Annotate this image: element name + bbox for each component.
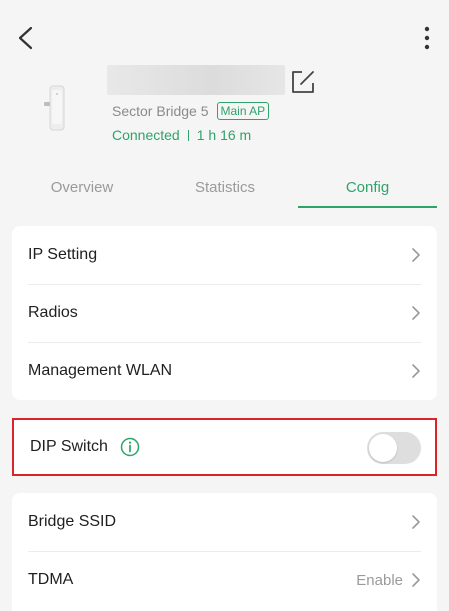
- config-group-bridge: Bridge SSID TDMA Enable: [12, 493, 437, 611]
- more-options-icon[interactable]: [417, 24, 437, 52]
- tdma-value: Enable: [356, 571, 403, 589]
- chevron-right-icon: [412, 248, 420, 262]
- row-label: Management WLAN: [28, 362, 173, 379]
- config-row-tdma[interactable]: TDMA Enable: [12, 551, 437, 609]
- config-row-bridge-ssid[interactable]: Bridge SSID: [12, 493, 437, 551]
- row-label: Bridge SSID: [28, 513, 117, 530]
- connection-status-row: Connected 1 h 16 m: [112, 125, 251, 145]
- tab-bar: Overview Statistics Config: [12, 166, 437, 210]
- role-badge: Main AP: [216, 102, 270, 120]
- tab-config[interactable]: Config: [298, 166, 437, 208]
- config-row-management-wlan[interactable]: Management WLAN: [12, 342, 437, 400]
- toggle-knob: [369, 434, 397, 462]
- config-row-ip-setting[interactable]: IP Setting: [12, 226, 437, 284]
- row-label: Radios: [28, 304, 78, 321]
- chevron-right-icon: [412, 364, 420, 378]
- chevron-right-icon: [412, 573, 420, 587]
- connection-status: Connected: [112, 127, 180, 143]
- tab-statistics[interactable]: Statistics: [155, 166, 295, 208]
- device-image: [44, 85, 65, 131]
- row-label: TDMA: [28, 571, 74, 588]
- top-bar: [0, 0, 449, 70]
- dip-switch-label: DIP Switch: [30, 438, 108, 455]
- uptime: 1 h 16 m: [196, 127, 252, 143]
- edit-icon[interactable]: [290, 69, 316, 95]
- row-label: IP Setting: [28, 246, 98, 263]
- device-name-field-redacted: [107, 65, 285, 95]
- config-row-radios[interactable]: Radios: [12, 284, 437, 342]
- info-icon[interactable]: [120, 437, 140, 457]
- chevron-right-icon: [412, 306, 420, 320]
- dip-switch-card-highlighted: DIP Switch: [12, 418, 437, 476]
- device-model-row: Sector Bridge 5 Main AP: [112, 101, 270, 121]
- tab-overview[interactable]: Overview: [12, 166, 152, 208]
- dip-switch-toggle[interactable]: [367, 432, 421, 464]
- back-chevron-icon[interactable]: [12, 22, 40, 54]
- chevron-right-icon: [412, 515, 420, 529]
- status-divider: [187, 129, 189, 141]
- active-tab-indicator: [298, 206, 437, 208]
- device-model: Sector Bridge 5: [112, 103, 209, 119]
- dip-switch-row: DIP Switch: [14, 420, 435, 474]
- config-group-network: IP Setting Radios Management WLAN: [12, 226, 437, 400]
